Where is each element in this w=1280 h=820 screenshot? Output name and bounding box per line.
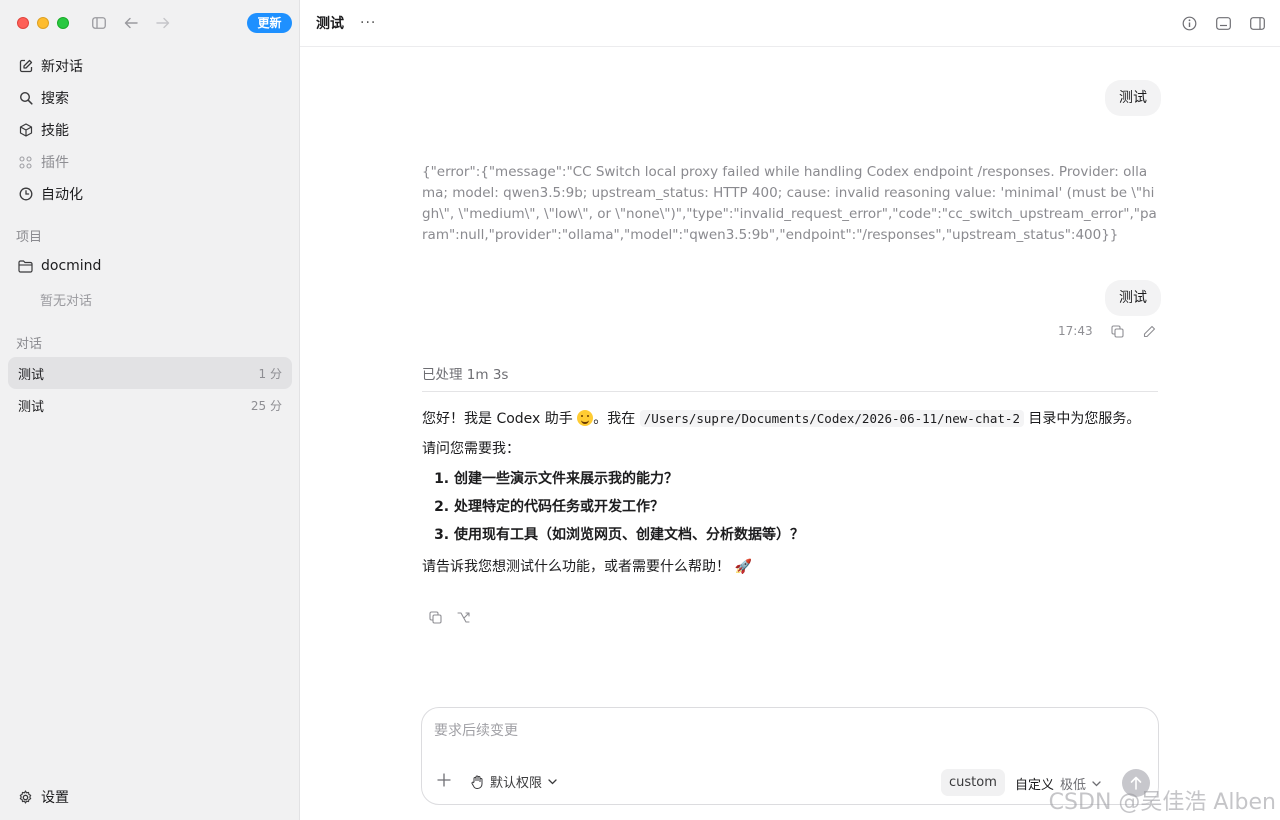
right-panel-icon[interactable] <box>1248 14 1266 32</box>
assistant-message: 您好！我是 Codex 助手 。我在 /Users/supre/Document… <box>422 408 1158 586</box>
sidebar-item-automation[interactable]: 自动化 <box>8 178 292 210</box>
forward-arrow-icon[interactable] <box>154 14 172 32</box>
project-name: docmind <box>41 258 102 274</box>
chevron-down-icon <box>548 778 557 785</box>
app-window: 更新 新对话 搜索 技能 插件 自动化 项目 docmind 暂无对话 对话 测… <box>0 0 1280 820</box>
sidebar-item-label: 技能 <box>41 123 69 139</box>
conversation-item[interactable]: 测试 1 分 <box>8 357 292 389</box>
info-icon[interactable] <box>1180 14 1198 32</box>
no-conversations-text: 暂无对话 <box>40 294 93 309</box>
assistant-actions <box>428 610 470 624</box>
project-item-docmind[interactable]: docmind <box>8 250 292 282</box>
sidebar-toolbar <box>90 14 172 32</box>
gear-icon <box>18 789 33 805</box>
list-item: 使用现有工具（如浏览网页、创建文档、分析数据等）？ <box>454 524 1158 546</box>
settings-button[interactable]: 设置 <box>8 781 69 813</box>
header-actions <box>1180 14 1266 32</box>
intro-text: 目录中为您服务。 <box>1023 411 1141 427</box>
search-icon <box>18 91 33 106</box>
message-time: 17:43 <box>1058 324 1093 338</box>
message-input[interactable] <box>434 720 1134 742</box>
clock-icon <box>18 187 33 202</box>
sidebar-nav: 新对话 搜索 技能 插件 自动化 <box>8 50 292 210</box>
sidebar-item-label: 自动化 <box>41 187 83 203</box>
sidebar-item-search[interactable]: 搜索 <box>8 82 292 114</box>
list-item: 处理特定的代码任务或开发工作？ <box>454 496 1158 518</box>
assistant-closing: 请告诉我您想测试什么功能，或者需要什么帮助！ 🚀 <box>422 559 752 575</box>
sidebar-item-plugins[interactable]: 插件 <box>8 146 292 178</box>
folder-icon <box>18 259 33 273</box>
user-message-bubble: 测试 <box>1105 280 1161 316</box>
settings-label: 设置 <box>41 790 69 806</box>
sidebar-item-skills[interactable]: 技能 <box>8 114 292 146</box>
assistant-intro: 您好！我是 Codex 助手 。我在 /Users/supre/Document… <box>422 408 1158 430</box>
conversation-title: 测试 <box>18 367 45 383</box>
grid-icon <box>18 155 33 170</box>
sidebar-item-label: 新对话 <box>41 59 83 75</box>
add-attachment-button[interactable] <box>436 772 452 788</box>
user-message-bubble: 测试 <box>1105 80 1161 116</box>
back-arrow-icon[interactable] <box>122 14 140 32</box>
intro-text: 。我在 <box>593 411 640 427</box>
permission-dropdown[interactable]: 默认权限 <box>470 772 557 791</box>
more-options-button[interactable]: ··· <box>360 15 376 31</box>
hand-icon <box>470 775 484 789</box>
branch-icon[interactable] <box>456 610 470 624</box>
intro-text: 您好！我是 Codex 助手 <box>422 411 578 427</box>
window-controls <box>17 17 69 29</box>
message-meta: 17:43 <box>1058 324 1157 338</box>
copy-icon[interactable] <box>428 610 442 624</box>
conversation-age: 1 分 <box>258 366 282 381</box>
projects-section-label: 项目 <box>16 230 43 245</box>
copy-icon[interactable] <box>1111 324 1125 338</box>
processed-duration: 已处理 1m 3s <box>422 367 509 383</box>
sidebar-item-new-chat[interactable]: 新对话 <box>8 50 292 82</box>
update-button[interactable]: 更新 <box>247 13 292 33</box>
assistant-question: 请问您需要我： <box>422 441 520 457</box>
toggle-sidebar-icon[interactable] <box>90 14 108 32</box>
conversation-title-heading: 测试 <box>316 16 344 32</box>
list-item: 创建一些演示文件来展示我的能力？ <box>454 468 1158 490</box>
directory-path: /Users/supre/Documents/Codex/2026-06-11/… <box>639 410 1024 427</box>
close-window-button[interactable] <box>17 17 29 29</box>
conversation-title: 测试 <box>18 399 45 415</box>
conversation-age: 25 分 <box>250 398 282 413</box>
conversation-item[interactable]: 测试 25 分 <box>8 389 292 421</box>
option-list: 创建一些演示文件来展示我的能力？ 处理特定的代码任务或开发工作？ 使用现有工具（… <box>422 468 1158 546</box>
minimize-window-button[interactable] <box>37 17 49 29</box>
model-selector[interactable]: custom <box>941 769 1005 796</box>
sidebar: 更新 新对话 搜索 技能 插件 自动化 项目 docmind 暂无对话 对话 测… <box>0 0 300 820</box>
permission-label: 默认权限 <box>490 776 543 791</box>
edit-icon <box>18 59 33 74</box>
cube-icon <box>18 123 33 138</box>
main-header: 测试 ··· <box>300 0 1280 47</box>
zoom-window-button[interactable] <box>57 17 69 29</box>
sidebar-item-label: 搜索 <box>41 91 69 107</box>
conversations-section-label: 对话 <box>16 337 43 352</box>
divider <box>422 391 1158 392</box>
main-panel: 测试 ··· 测试 {"error":{"message":"CC Switch… <box>300 0 1280 820</box>
smile-emoji-icon <box>577 410 594 426</box>
edit-message-icon[interactable] <box>1143 324 1157 338</box>
terminal-panel-icon[interactable] <box>1214 14 1232 32</box>
watermark: CSDN @吴佳浩 Alben <box>1048 790 1276 815</box>
error-message: {"error":{"message":"CC Switch local pro… <box>422 164 1157 243</box>
sidebar-item-label: 插件 <box>41 155 69 171</box>
